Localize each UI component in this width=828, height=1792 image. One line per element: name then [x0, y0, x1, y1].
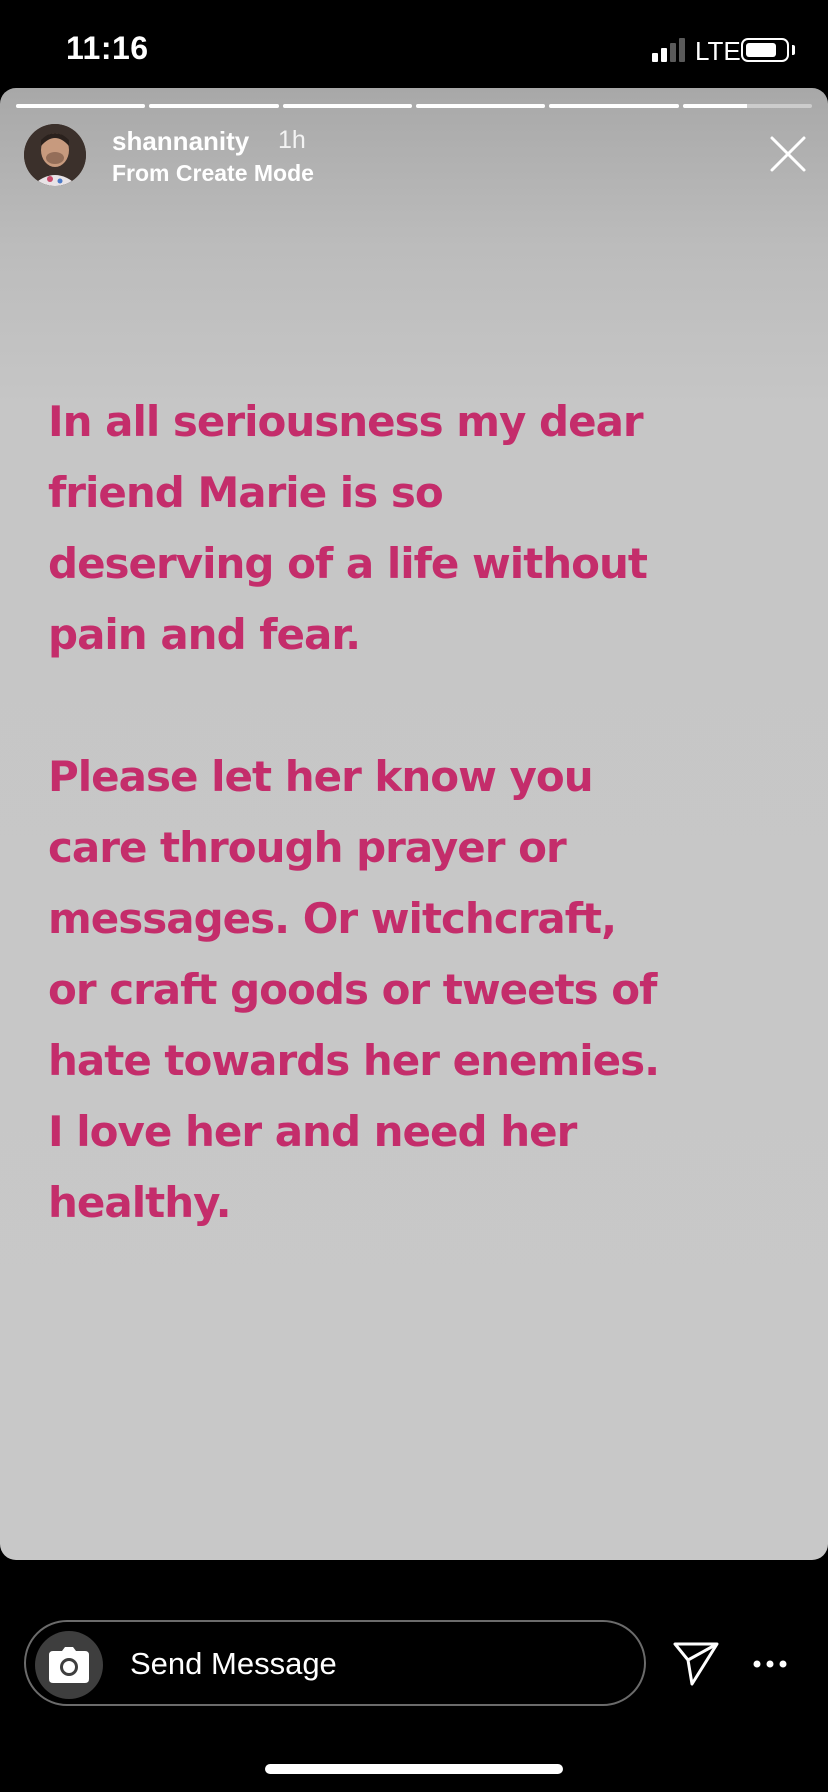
- story-username[interactable]: shannanity: [112, 126, 249, 157]
- story-time-ago: 1h: [278, 126, 306, 154]
- camera-button[interactable]: [35, 1631, 103, 1699]
- story-text: In all seriousness my dear friend Marie …: [48, 386, 788, 1238]
- paper-plane-icon: [673, 1642, 719, 1686]
- send-message-placeholder: Send Message: [130, 1646, 337, 1681]
- status-time: 11:16: [66, 30, 149, 66]
- battery-fill: [746, 43, 776, 57]
- avatar-image: [24, 124, 86, 186]
- signal-bar: [679, 38, 685, 62]
- story-progress-segment: [415, 104, 546, 108]
- more-options-button[interactable]: [752, 1652, 788, 1676]
- status-bar: 11:16 LTE: [0, 0, 828, 90]
- cellular-signal-icon: [652, 38, 690, 62]
- signal-bar: [670, 43, 676, 62]
- story-progress-fill: [16, 104, 146, 108]
- story-progress-fill: [682, 104, 748, 108]
- send-message-input[interactable]: Send Message: [24, 1620, 646, 1706]
- avatar[interactable]: [24, 124, 86, 186]
- story-card[interactable]: shannanity 1h From Create Mode In all se…: [0, 88, 828, 1560]
- home-indicator[interactable]: [265, 1764, 563, 1774]
- story-paragraph-1: In all seriousness my dear friend Marie …: [48, 397, 648, 659]
- story-progress-segment: [549, 104, 679, 108]
- camera-icon: [49, 1647, 89, 1683]
- signal-bar: [661, 48, 667, 62]
- close-icon: [770, 136, 806, 172]
- story-progress-segment: [16, 104, 146, 108]
- signal-bar: [652, 53, 658, 62]
- story-progress-segment: [282, 104, 412, 108]
- battery-icon: [741, 38, 789, 62]
- close-button[interactable]: [768, 134, 808, 174]
- story-progress-fill: [415, 104, 546, 108]
- story-progress-segment: [149, 104, 279, 108]
- more-icon: [753, 1660, 787, 1668]
- story-progress-segment: [682, 104, 812, 108]
- network-type: LTE: [695, 36, 741, 66]
- story-progress-bar: [16, 104, 812, 108]
- story-progress-fill: [149, 104, 279, 108]
- story-progress-fill: [282, 104, 412, 108]
- story-subtitle[interactable]: From Create Mode: [112, 160, 314, 187]
- story-progress-fill: [549, 104, 679, 108]
- story-paragraph-2: Please let her know you care through pra…: [48, 752, 660, 1227]
- direct-share-button[interactable]: [672, 1640, 720, 1686]
- battery-tip: [792, 45, 795, 55]
